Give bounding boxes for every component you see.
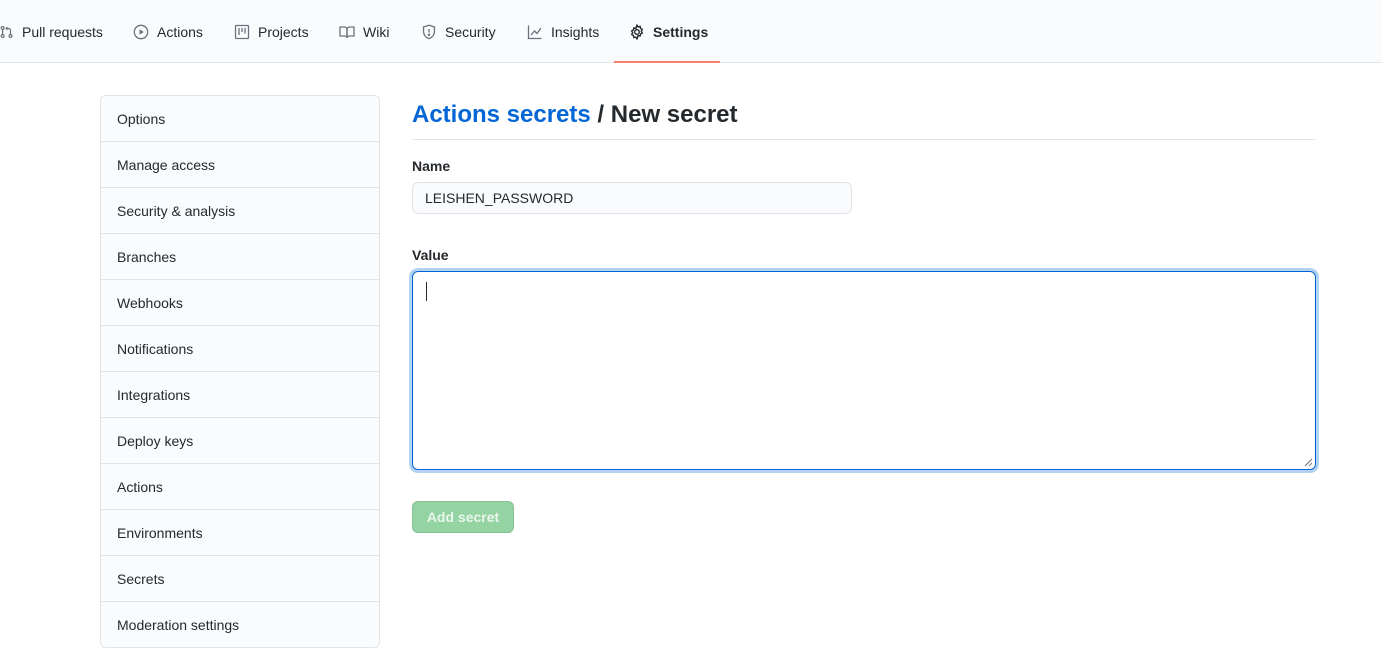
tab-settings[interactable]: Settings	[629, 0, 708, 63]
git-pull-request-icon	[0, 24, 14, 40]
tab-label: Security	[445, 23, 496, 40]
settings-sidebar: Options Manage access Security & analysi…	[100, 95, 380, 648]
sidebar-item-environments[interactable]: Environments	[101, 510, 379, 556]
project-icon	[234, 24, 250, 40]
selected-tab-underline	[614, 61, 720, 63]
breadcrumb-link-actions-secrets[interactable]: Actions secrets	[412, 101, 591, 128]
tab-label: Settings	[653, 23, 709, 40]
tab-label: Pull requests	[22, 23, 103, 40]
tab-insights[interactable]: Insights	[527, 0, 599, 63]
sidebar-item-integrations[interactable]: Integrations	[101, 372, 379, 418]
sidebar-item-moderation-settings[interactable]: Moderation settings	[101, 602, 379, 647]
name-label: Name	[412, 158, 451, 174]
sidebar-item-deploy-keys[interactable]: Deploy keys	[101, 418, 379, 464]
sidebar-item-options[interactable]: Options	[101, 96, 379, 142]
tab-label: Wiki	[363, 23, 390, 40]
tab-projects[interactable]: Projects	[234, 0, 309, 63]
secret-name-field[interactable]: LEISHEN_PASSWORD	[412, 182, 852, 214]
page-title: New secret	[610, 101, 738, 128]
play-icon	[133, 24, 149, 40]
shield-icon	[421, 24, 437, 40]
sidebar-item-branches[interactable]: Branches	[101, 234, 379, 280]
sidebar-item-actions[interactable]: Actions	[101, 464, 379, 510]
main-content: Actions secrets / New secret Name LEISHE…	[412, 95, 1316, 533]
tab-label: Actions	[157, 23, 203, 40]
gear-icon	[629, 23, 645, 40]
tab-actions[interactable]: Actions	[133, 0, 203, 63]
add-secret-button[interactable]: Add secret	[412, 501, 514, 533]
breadcrumb-separator: /	[590, 101, 611, 128]
text-caret	[426, 282, 427, 301]
sidebar-item-webhooks[interactable]: Webhooks	[101, 280, 379, 326]
repo-nav: Pull requests Actions Projects Wiki Secu…	[0, 0, 1382, 63]
tab-wiki[interactable]: Wiki	[339, 0, 389, 63]
tab-label: Projects	[258, 23, 309, 40]
book-icon	[339, 24, 355, 40]
sidebar-item-secrets[interactable]: Secrets	[101, 556, 379, 602]
tab-security[interactable]: Security	[421, 0, 496, 63]
tab-pull-requests[interactable]: Pull requests	[0, 0, 103, 63]
sidebar-item-notifications[interactable]: Notifications	[101, 326, 379, 372]
value-label: Value	[412, 247, 449, 263]
sidebar-item-security-analysis[interactable]: Security & analysis	[101, 188, 379, 234]
resize-handle-icon[interactable]	[1303, 457, 1313, 467]
graph-icon	[527, 24, 543, 40]
sidebar-item-manage-access[interactable]: Manage access	[101, 142, 379, 188]
tab-label: Insights	[551, 23, 600, 40]
secret-value-textarea[interactable]	[412, 271, 1316, 470]
page-heading: Actions secrets / New secret	[412, 95, 1316, 140]
